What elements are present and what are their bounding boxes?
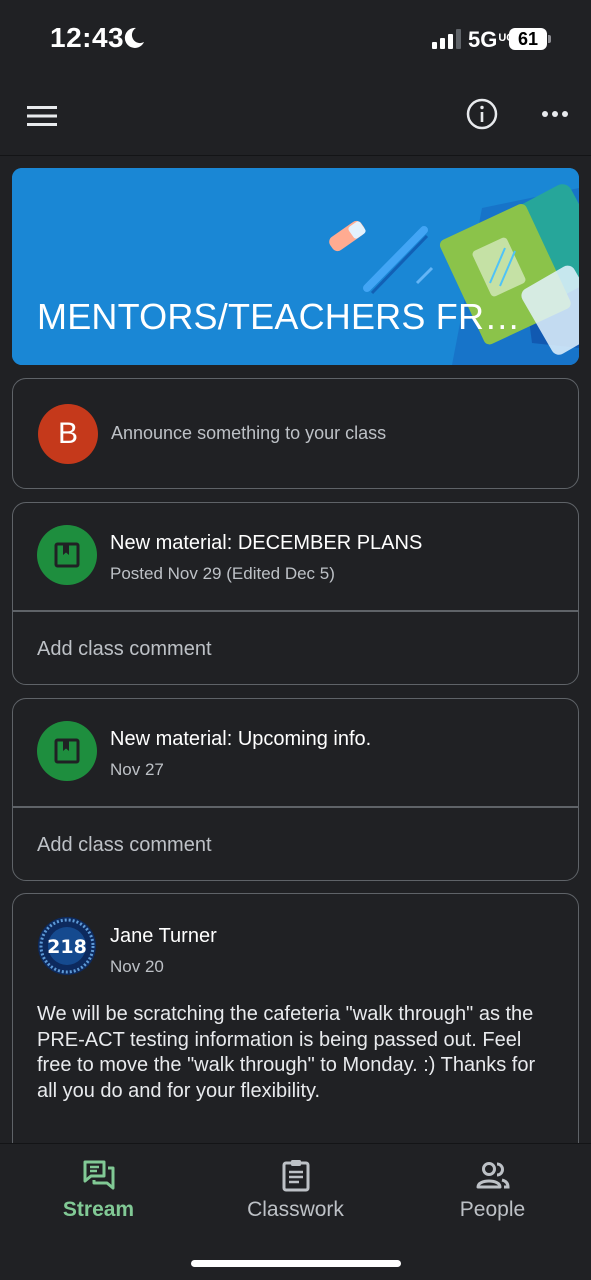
- more-horiz-icon: [542, 111, 568, 117]
- book-icon: [54, 542, 80, 568]
- add-comment-button[interactable]: Add class comment: [37, 638, 212, 661]
- announce-placeholder[interactable]: Announce something to your class: [111, 423, 386, 444]
- network-label: 5GUC: [468, 27, 515, 52]
- app-bar: [0, 80, 591, 156]
- info-button[interactable]: [462, 94, 502, 134]
- divider: [13, 806, 578, 808]
- nav-stream-label: Stream: [62, 1198, 135, 1221]
- post-card[interactable]: New material: Upcoming info. Nov 27 Add …: [12, 698, 579, 881]
- avatar: B: [38, 404, 98, 464]
- signal-icon: [432, 29, 461, 49]
- nav-people[interactable]: People: [394, 1144, 591, 1244]
- people-icon: [476, 1162, 510, 1189]
- more-options-button[interactable]: [535, 94, 575, 134]
- menu-button[interactable]: [22, 96, 62, 136]
- status-time: 12:43: [50, 22, 125, 53]
- battery-level: 61: [517, 29, 539, 49]
- post-date: Posted Nov 29 (Edited Dec 5): [110, 564, 335, 583]
- school-logo: 218: [38, 917, 96, 975]
- divider: [13, 610, 578, 612]
- home-indicator: [191, 1260, 401, 1267]
- menu-icon: [27, 106, 57, 126]
- nav-people-label: People: [459, 1198, 526, 1221]
- classwork-icon: [282, 1160, 309, 1192]
- announce-card[interactable]: B Announce something to your class: [12, 378, 579, 489]
- announcement-body: We will be scratching the cafeteria "wal…: [37, 1003, 536, 1102]
- nav-classwork-label: Classwork: [247, 1198, 344, 1221]
- material-icon: [37, 721, 97, 781]
- announcement-card[interactable]: 218 Jane Turner Nov 20 We will be scratc…: [12, 893, 579, 1163]
- nav-classwork[interactable]: Classwork: [197, 1144, 394, 1244]
- status-bar: 12:43 5GUC 61: [0, 0, 591, 80]
- battery-icon: 61: [509, 28, 551, 50]
- post-card[interactable]: New material: DECEMBER PLANS Posted Nov …: [12, 502, 579, 685]
- post-title[interactable]: New material: DECEMBER PLANS: [110, 532, 422, 555]
- post-date: Nov 27: [110, 760, 164, 779]
- add-comment-button[interactable]: Add class comment: [37, 834, 212, 857]
- nav-stream[interactable]: Stream: [0, 1144, 197, 1244]
- material-icon: [37, 525, 97, 585]
- moon-icon: [124, 27, 144, 48]
- stream-icon: [83, 1160, 114, 1190]
- class-banner[interactable]: MENTORS/TEACHERS FRESH...: [12, 168, 579, 365]
- school-logo-number: 218: [47, 936, 87, 958]
- post-date: Nov 20: [110, 957, 164, 976]
- author-name: Jane Turner: [110, 925, 217, 947]
- post-title[interactable]: New material: Upcoming info.: [110, 728, 371, 751]
- class-title: MENTORS/TEACHERS FRESH...: [37, 296, 537, 337]
- info-icon: [466, 98, 498, 130]
- book-icon: [54, 738, 80, 764]
